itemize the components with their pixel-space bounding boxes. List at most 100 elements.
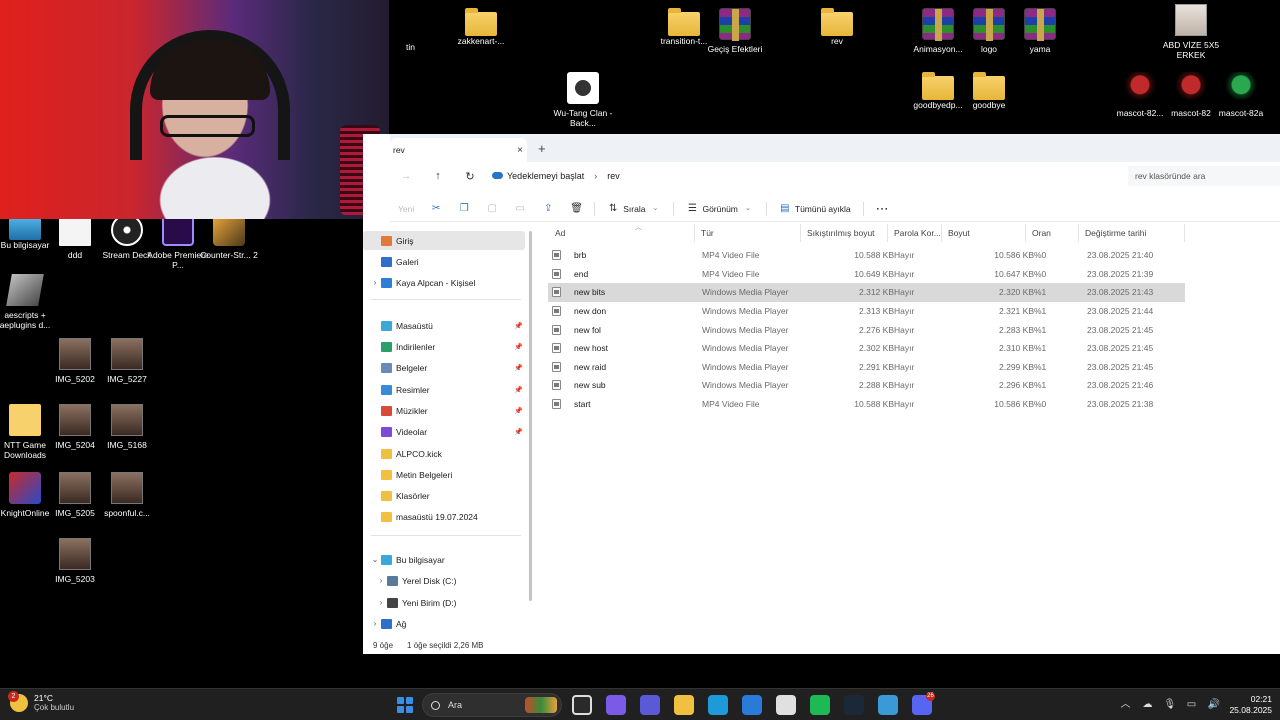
refresh-icon[interactable]: ↻ — [454, 170, 486, 183]
up-arrow-icon[interactable]: ↑ — [422, 170, 454, 182]
file-row[interactable]: new raid Windows Media Player 2.291 KB Hayı… — [548, 358, 1185, 377]
sidebar-item[interactable]: İndirilenler 📌 — [363, 337, 525, 356]
webcam-overlay — [0, 0, 389, 219]
paste-button[interactable]: ▢ — [478, 196, 506, 221]
file-row[interactable]: start MP4 Video File 10.588 KB Hayır 10.586 … — [548, 395, 1185, 414]
sidebar-item[interactable]: masaüstü 19.07.2024 — [363, 507, 525, 526]
desktop-icon[interactable]: yama — [1011, 8, 1069, 54]
clock[interactable]: 02:21 25.08.2025 — [1229, 694, 1272, 716]
desktop-icon[interactable]: mascot-82a — [1212, 72, 1270, 118]
spotify-icon[interactable] — [810, 695, 830, 715]
chevron-up-icon[interactable]: ︿ — [1119, 699, 1131, 711]
column-header-modified[interactable]: Değiştirme tarihi — [1079, 224, 1185, 242]
sidebar-scrollbar[interactable] — [529, 231, 532, 601]
desktop-icon[interactable]: zakkenart-... — [452, 8, 510, 46]
sidebar-item[interactable]: Metin Belgeleri — [363, 465, 525, 484]
desktop-icon[interactable]: goodbye — [960, 72, 1018, 110]
desktop-icon[interactable]: Geçiş Efektleri — [706, 8, 764, 54]
chrome-icon[interactable] — [776, 695, 796, 715]
discord-icon[interactable]: 26 — [912, 692, 935, 715]
chevron-icon[interactable]: › — [375, 576, 387, 585]
breadcrumb-item-rev[interactable]: rev — [607, 171, 620, 181]
sidebar-item[interactable]: ALPCO.kick — [363, 444, 525, 463]
sidebar-item[interactable]: › Kaya Alpcan - Kişisel — [363, 273, 525, 292]
settings-icon[interactable] — [878, 695, 898, 715]
network-icon[interactable]: ▭ — [1185, 699, 1197, 711]
cut-button[interactable]: ✂ — [422, 196, 450, 221]
chevron-icon[interactable]: › — [375, 598, 387, 607]
column-header-password[interactable]: Parola Kor... — [888, 224, 942, 242]
sidebar-item[interactable]: Galeri — [363, 252, 525, 271]
sidebar-item[interactable]: ⌄ Bu bilgisayar — [363, 550, 525, 569]
desktop-icon[interactable]: spoonful.c... — [98, 472, 156, 518]
file-row[interactable]: new don Windows Media Player 2.313 KB Hayır… — [548, 302, 1185, 321]
desktop-icon[interactable]: transition-t... — [655, 8, 713, 46]
teams-icon[interactable] — [640, 695, 660, 715]
sidebar-item[interactable]: › Yerel Disk (C:) — [363, 571, 525, 590]
volume-icon[interactable]: 🔊 — [1207, 699, 1219, 711]
desktop-icon[interactable]: IMG_5227 — [98, 338, 156, 384]
store-icon[interactable] — [742, 695, 762, 715]
steam-icon[interactable] — [844, 695, 864, 715]
file-row[interactable]: new bits Windows Media Player 2.312 KB Hayı… — [548, 283, 1185, 302]
sidebar-item-label: Galeri — [396, 256, 419, 267]
copilot-icon[interactable] — [606, 695, 626, 715]
desktop-icon[interactable]: Wu-Tang Clan - Back... — [554, 72, 612, 128]
chevron-icon[interactable]: ⌄ — [369, 555, 381, 564]
sidebar-item[interactable]: › Yeni Birim (D:) — [363, 593, 525, 612]
delete-button[interactable]: 🗑 — [562, 196, 590, 221]
desktop-icon[interactable]: aescripts + aeplugins d... — [0, 274, 54, 330]
desktop-icon[interactable]: Counter-Str... 2 — [200, 214, 258, 260]
column-header-compressed-size[interactable]: Sıkıştırılmış boyut — [801, 224, 888, 242]
file-row[interactable]: new fol Windows Media Player 2.276 KB Hayır… — [548, 320, 1185, 339]
sidebar-item[interactable]: › Ağ — [363, 614, 525, 633]
column-header-type[interactable]: Tür — [695, 224, 801, 242]
sidebar-item-label: İndirilenler — [396, 341, 436, 352]
extract-all-button[interactable]: ▤ Tümünü ayıkla — [771, 196, 859, 221]
column-header-ratio[interactable]: Oran — [1026, 224, 1079, 242]
search-input[interactable]: rev klasöründe ara — [1128, 166, 1280, 186]
weather-widget[interactable]: 2 21°C Çok bulutlu — [8, 690, 74, 712]
sidebar-item[interactable]: Videolar 📌 — [363, 422, 525, 441]
edge-icon[interactable] — [708, 695, 728, 715]
desktop-icon[interactable]: IMG_5203 — [46, 538, 104, 584]
sidebar-item[interactable]: Giriş — [363, 231, 525, 250]
desktop-icon[interactable]: ABD VİZE 5X5 ERKEK — [1162, 4, 1220, 60]
sidebar-item[interactable]: Resimler 📌 — [363, 380, 525, 399]
rename-button[interactable]: ▭ — [506, 196, 534, 221]
copy-button[interactable]: ❐ — [450, 196, 478, 221]
desktop-icon[interactable]: IMG_5168 — [98, 404, 156, 450]
column-header-name[interactable]: Ad ︿ — [549, 224, 695, 242]
file-row[interactable]: new host Windows Media Player 2.302 KB Hayı… — [548, 339, 1185, 358]
status-bar: 9 öğe 1 öğe seçildi 2,26 MB — [363, 637, 1280, 654]
desktop-icon-label: Counter-Str... 2 — [200, 250, 258, 260]
more-options-button[interactable]: ⋯ — [868, 196, 897, 221]
new-tab-button[interactable]: + — [538, 141, 546, 156]
desktop-icon[interactable]: Adobe Premiere P... — [147, 214, 209, 270]
windows-start-icon[interactable] — [394, 694, 416, 716]
desktop-icon[interactable]: rev — [808, 8, 866, 46]
chevron-icon[interactable]: › — [369, 278, 381, 287]
sidebar-item[interactable]: Klasörler — [363, 486, 525, 505]
close-tab-icon[interactable]: × — [513, 145, 527, 156]
forward-arrow-icon[interactable]: → — [390, 170, 422, 182]
file-explorer-icon[interactable] — [572, 695, 592, 715]
cloud-off-icon[interactable]: ☁ — [1141, 699, 1153, 711]
file-row[interactable]: end MP4 Video File 10.649 KB Hayır 10.647 KB… — [548, 265, 1185, 284]
sidebar-item[interactable]: Masaüstü 📌 — [363, 316, 525, 335]
file-row[interactable]: new sub Windows Media Player 2.288 KB Hayır… — [548, 376, 1185, 395]
view-button[interactable]: ☰ Görünüm ⌄ — [678, 196, 761, 221]
tab-rev[interactable]: rev × — [390, 138, 527, 162]
taskbar-search[interactable]: Ara — [422, 693, 562, 717]
folder-icon[interactable] — [674, 695, 694, 715]
sidebar-item[interactable]: Belgeler 📌 — [363, 358, 525, 377]
microphone-icon[interactable]: 🎙 — [1163, 699, 1176, 711]
sidebar-item[interactable]: Müzikler 📌 — [363, 401, 525, 420]
new-button[interactable]: Yeni — [390, 196, 422, 221]
breadcrumb-item-backup[interactable]: Yedeklemeyi başlat — [492, 171, 584, 181]
file-row[interactable]: brb MP4 Video File 10.588 KB Hayır 10.586 KB… — [548, 246, 1185, 265]
sort-button[interactable]: ⇅ Sırala ⌄ — [599, 196, 669, 221]
column-header-size[interactable]: Boyut — [942, 224, 1026, 242]
share-button[interactable]: ⇪ — [534, 196, 562, 221]
chevron-icon[interactable]: › — [369, 619, 381, 628]
